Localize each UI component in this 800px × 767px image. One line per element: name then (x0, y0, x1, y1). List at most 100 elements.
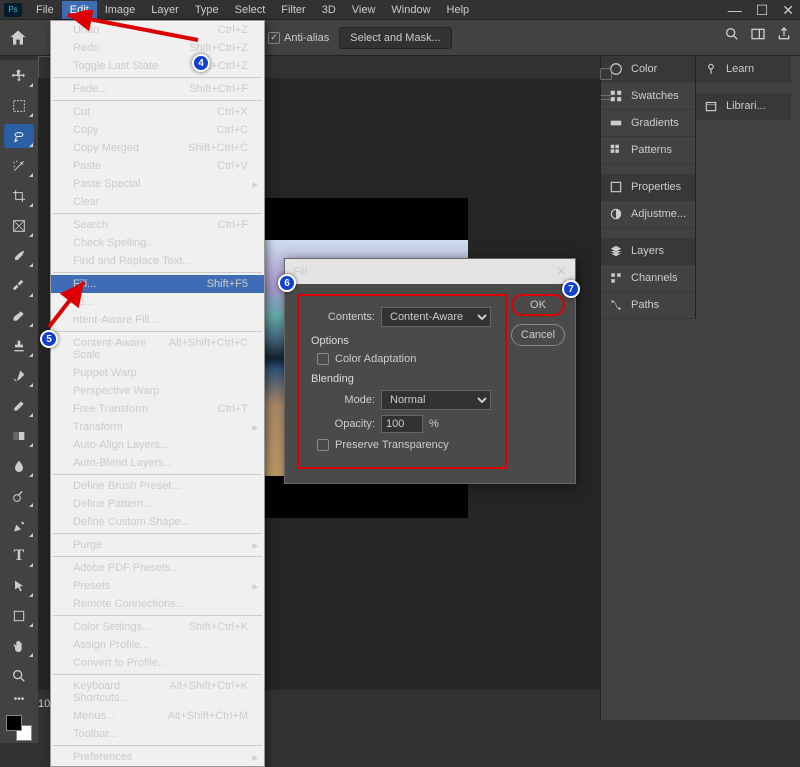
marquee-tool[interactable] (4, 94, 34, 118)
menu-item[interactable]: CutCtrl+X (51, 103, 264, 121)
menu-item[interactable]: SearchCtrl+F (51, 216, 264, 234)
opacity-unit: % (429, 418, 439, 430)
close-icon[interactable]: ✕ (782, 2, 794, 19)
menu-item[interactable]: Preferences▸ (51, 748, 264, 766)
menu-item[interactable]: Toolbar... (51, 725, 264, 743)
menu-item[interactable]: Purge▸ (51, 536, 264, 554)
minimize-icon[interactable]: — (728, 2, 742, 19)
menu-item[interactable]: Copy MergedShift+Ctrl+C (51, 139, 264, 157)
dialog-titlebar[interactable]: Fill ✕ (285, 259, 575, 284)
menu-3d[interactable]: 3D (314, 1, 344, 19)
dialog-title: Fill (293, 266, 307, 278)
ok-button[interactable]: OK (511, 294, 565, 316)
maximize-icon[interactable]: ☐ (756, 2, 769, 19)
healing-tool[interactable] (4, 274, 34, 298)
dialog-close-icon[interactable]: ✕ (555, 263, 567, 280)
home-icon[interactable] (8, 28, 28, 48)
hand-tool[interactable] (4, 634, 34, 658)
mini-icon[interactable] (598, 66, 614, 82)
share-icon[interactable] (776, 26, 792, 42)
menu-filter[interactable]: Filter (273, 1, 313, 19)
menu-item[interactable]: Paste Special▸ (51, 175, 264, 193)
gradient-tool[interactable] (4, 424, 34, 448)
menu-item[interactable]: Remote Connections... (51, 595, 264, 613)
menu-item[interactable]: Clear (51, 193, 264, 211)
type-tool[interactable]: T (4, 544, 34, 568)
magic-wand-tool[interactable] (4, 154, 34, 178)
menu-item[interactable]: Define Pattern... (51, 495, 264, 513)
menu-item[interactable]: Check Spelling... (51, 234, 264, 252)
menu-item[interactable]: Convert to Profile... (51, 654, 264, 672)
fill-dialog: Fill ✕ Contents: Content-Aware Options C… (284, 258, 576, 484)
app-logo: Ps (4, 3, 22, 17)
panel-layers[interactable]: Layers (601, 238, 695, 265)
frame-tool[interactable] (4, 214, 34, 238)
menu-item[interactable]: Assign Profile... (51, 636, 264, 654)
menu-item[interactable]: Find and Replace Text... (51, 252, 264, 270)
color-adaptation-checkbox[interactable]: Color Adaptation (317, 353, 497, 365)
panel-paths[interactable]: Paths (601, 292, 695, 319)
shape-tool[interactable] (4, 604, 34, 628)
panel-channels[interactable]: Channels (601, 265, 695, 292)
pen-tool[interactable] (4, 514, 34, 538)
move-tool[interactable] (4, 64, 34, 88)
panel-label: Channels (631, 272, 677, 284)
menu-item[interactable]: Perspective Warp (51, 382, 264, 400)
brush-tool[interactable] (4, 304, 34, 328)
panel-patterns[interactable]: Patterns (601, 137, 695, 164)
menu-item[interactable]: Color Settings...Shift+Ctrl+K (51, 618, 264, 636)
menu-view[interactable]: View (344, 1, 384, 19)
panel-label: Layers (631, 245, 664, 257)
history-brush-tool[interactable] (4, 364, 34, 388)
opacity-label: Opacity: (307, 418, 375, 430)
menu-item[interactable]: CopyCtrl+C (51, 121, 264, 139)
menu-item[interactable]: Presets▸ (51, 577, 264, 595)
stamp-tool[interactable] (4, 334, 34, 358)
select-and-mask-button[interactable]: Select and Mask... (339, 27, 452, 49)
panel-libraries[interactable]: Librari... (696, 93, 791, 120)
menu-item[interactable]: Content-Aware ScaleAlt+Shift+Ctrl+C (51, 334, 264, 364)
path-select-tool[interactable] (4, 574, 34, 598)
menu-item[interactable]: Define Brush Preset... (51, 477, 264, 495)
panel-adjustments[interactable]: Adjustme... (601, 201, 695, 228)
search-icon[interactable] (724, 26, 740, 42)
menu-item[interactable]: PasteCtrl+V (51, 157, 264, 175)
dodge-tool[interactable] (4, 484, 34, 508)
menu-item[interactable]: Keyboard Shortcuts...Alt+Shift+Ctrl+K (51, 677, 264, 707)
lasso-tool[interactable] (4, 124, 34, 148)
panel-gradients[interactable]: Gradients (601, 110, 695, 137)
menu-item[interactable]: Puppet Warp (51, 364, 264, 382)
panel-properties[interactable]: Properties (601, 174, 695, 201)
panel-label: Swatches (631, 90, 679, 102)
menu-file[interactable]: File (28, 1, 62, 19)
blur-tool[interactable] (4, 454, 34, 478)
menu-help[interactable]: Help (439, 1, 478, 19)
crop-tool[interactable] (4, 184, 34, 208)
options-heading: Options (311, 335, 497, 347)
menu-item[interactable]: Transform▸ (51, 418, 264, 436)
color-adaptation-label: Color Adaptation (335, 353, 416, 365)
contents-select[interactable]: Content-Aware (381, 307, 491, 327)
menu-window[interactable]: Window (383, 1, 438, 19)
color-swatches[interactable] (4, 713, 34, 743)
contents-label: Contents: (307, 311, 375, 323)
mode-select[interactable]: Normal (381, 390, 491, 410)
preserve-transparency-checkbox[interactable]: Preserve Transparency (317, 439, 497, 451)
eraser-tool[interactable] (4, 394, 34, 418)
menu-item[interactable]: Toggle Last Statet+Ctrl+Z (51, 57, 264, 75)
opacity-input[interactable] (381, 415, 423, 433)
antialias-label: Anti-alias (284, 32, 329, 44)
panel-learn[interactable]: Learn (696, 56, 791, 83)
eyedropper-tool[interactable] (4, 244, 34, 268)
menu-item[interactable]: Menus...Alt+Shift+Ctrl+M (51, 707, 264, 725)
menu-item[interactable]: Free TransformCtrl+T (51, 400, 264, 418)
blending-heading: Blending (311, 373, 497, 385)
menu-item[interactable]: Adobe PDF Presets... (51, 559, 264, 577)
antialias-checkbox[interactable]: ✓Anti-alias (268, 32, 329, 44)
cancel-button[interactable]: Cancel (511, 324, 565, 346)
menu-select[interactable]: Select (227, 1, 274, 19)
mini-icon[interactable] (598, 90, 614, 106)
workspace-icon[interactable] (750, 26, 766, 42)
callout-7: 7 (562, 280, 580, 298)
zoom-tool[interactable] (4, 664, 34, 688)
